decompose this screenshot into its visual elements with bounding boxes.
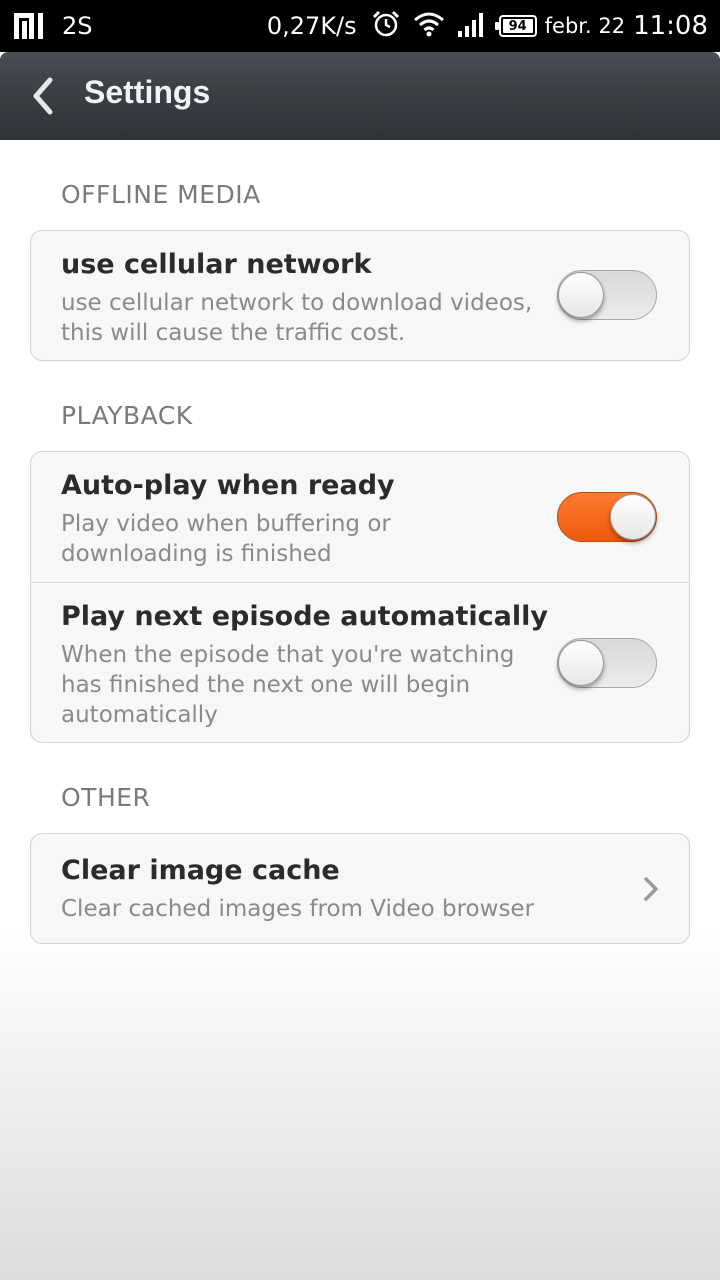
toggle-knob <box>558 640 604 686</box>
setting-subtitle: use cellular network to download videos,… <box>61 290 533 346</box>
section-header-offline-media: OFFLINE MEDIA <box>61 180 261 209</box>
wifi-icon <box>413 11 445 41</box>
network-speed: 0,27K/s <box>266 12 357 40</box>
status-right: 0,27K/s 94 febr. 22 11:08 <box>267 8 708 44</box>
setting-title: Auto-play when ready <box>61 470 395 501</box>
card-offline-media: use cellular network use cellular networ… <box>30 230 690 361</box>
battery-icon: 94 <box>494 15 537 37</box>
setting-title: Clear image cache <box>61 855 340 886</box>
alarm-icon <box>371 9 401 43</box>
chevron-left-icon <box>33 77 53 115</box>
section-header-other: OTHER <box>61 783 151 812</box>
action-bar: Settings <box>0 52 720 140</box>
setting-subtitle: Play video when buffering or downloading… <box>61 511 391 567</box>
status-time: 11:08 <box>633 11 708 41</box>
card-other: Clear image cache Clear cached images fr… <box>30 833 690 944</box>
play-next-episode-toggle[interactable] <box>557 638 657 688</box>
section-header-playback: PLAYBACK <box>61 401 193 430</box>
cellular-network-toggle[interactable] <box>557 270 657 320</box>
setting-subtitle: Clear cached images from Video browser <box>61 896 535 922</box>
page-title: Settings <box>84 74 211 110</box>
setting-row-use-cellular-network[interactable]: use cellular network use cellular networ… <box>31 231 689 362</box>
status-left: 2S <box>14 10 93 42</box>
setting-title: Play next episode automatically <box>61 601 548 632</box>
status-bar: 2S 0,27K/s 94 febr. 22 11:08 <box>0 0 720 52</box>
setting-row-auto-play[interactable]: Auto-play when ready Play video when buf… <box>31 452 689 582</box>
setting-subtitle: When the episode that you're watching ha… <box>61 642 515 728</box>
card-playback: Auto-play when ready Play video when buf… <box>30 451 690 743</box>
chevron-right-icon <box>644 877 658 901</box>
toggle-knob <box>610 494 656 540</box>
battery-level: 94 <box>508 18 527 34</box>
toggle-knob <box>558 272 604 318</box>
device-model: 2S <box>62 12 93 40</box>
setting-row-clear-image-cache[interactable]: Clear image cache Clear cached images fr… <box>31 834 689 945</box>
setting-row-play-next-episode[interactable]: Play next episode automatically When the… <box>31 583 689 743</box>
signal-icon <box>457 11 487 41</box>
mi-logo-icon <box>14 13 58 39</box>
status-date: febr. 22 <box>544 14 626 38</box>
setting-title: use cellular network <box>61 249 372 280</box>
auto-play-toggle[interactable] <box>557 492 657 542</box>
back-button[interactable] <box>20 72 68 120</box>
